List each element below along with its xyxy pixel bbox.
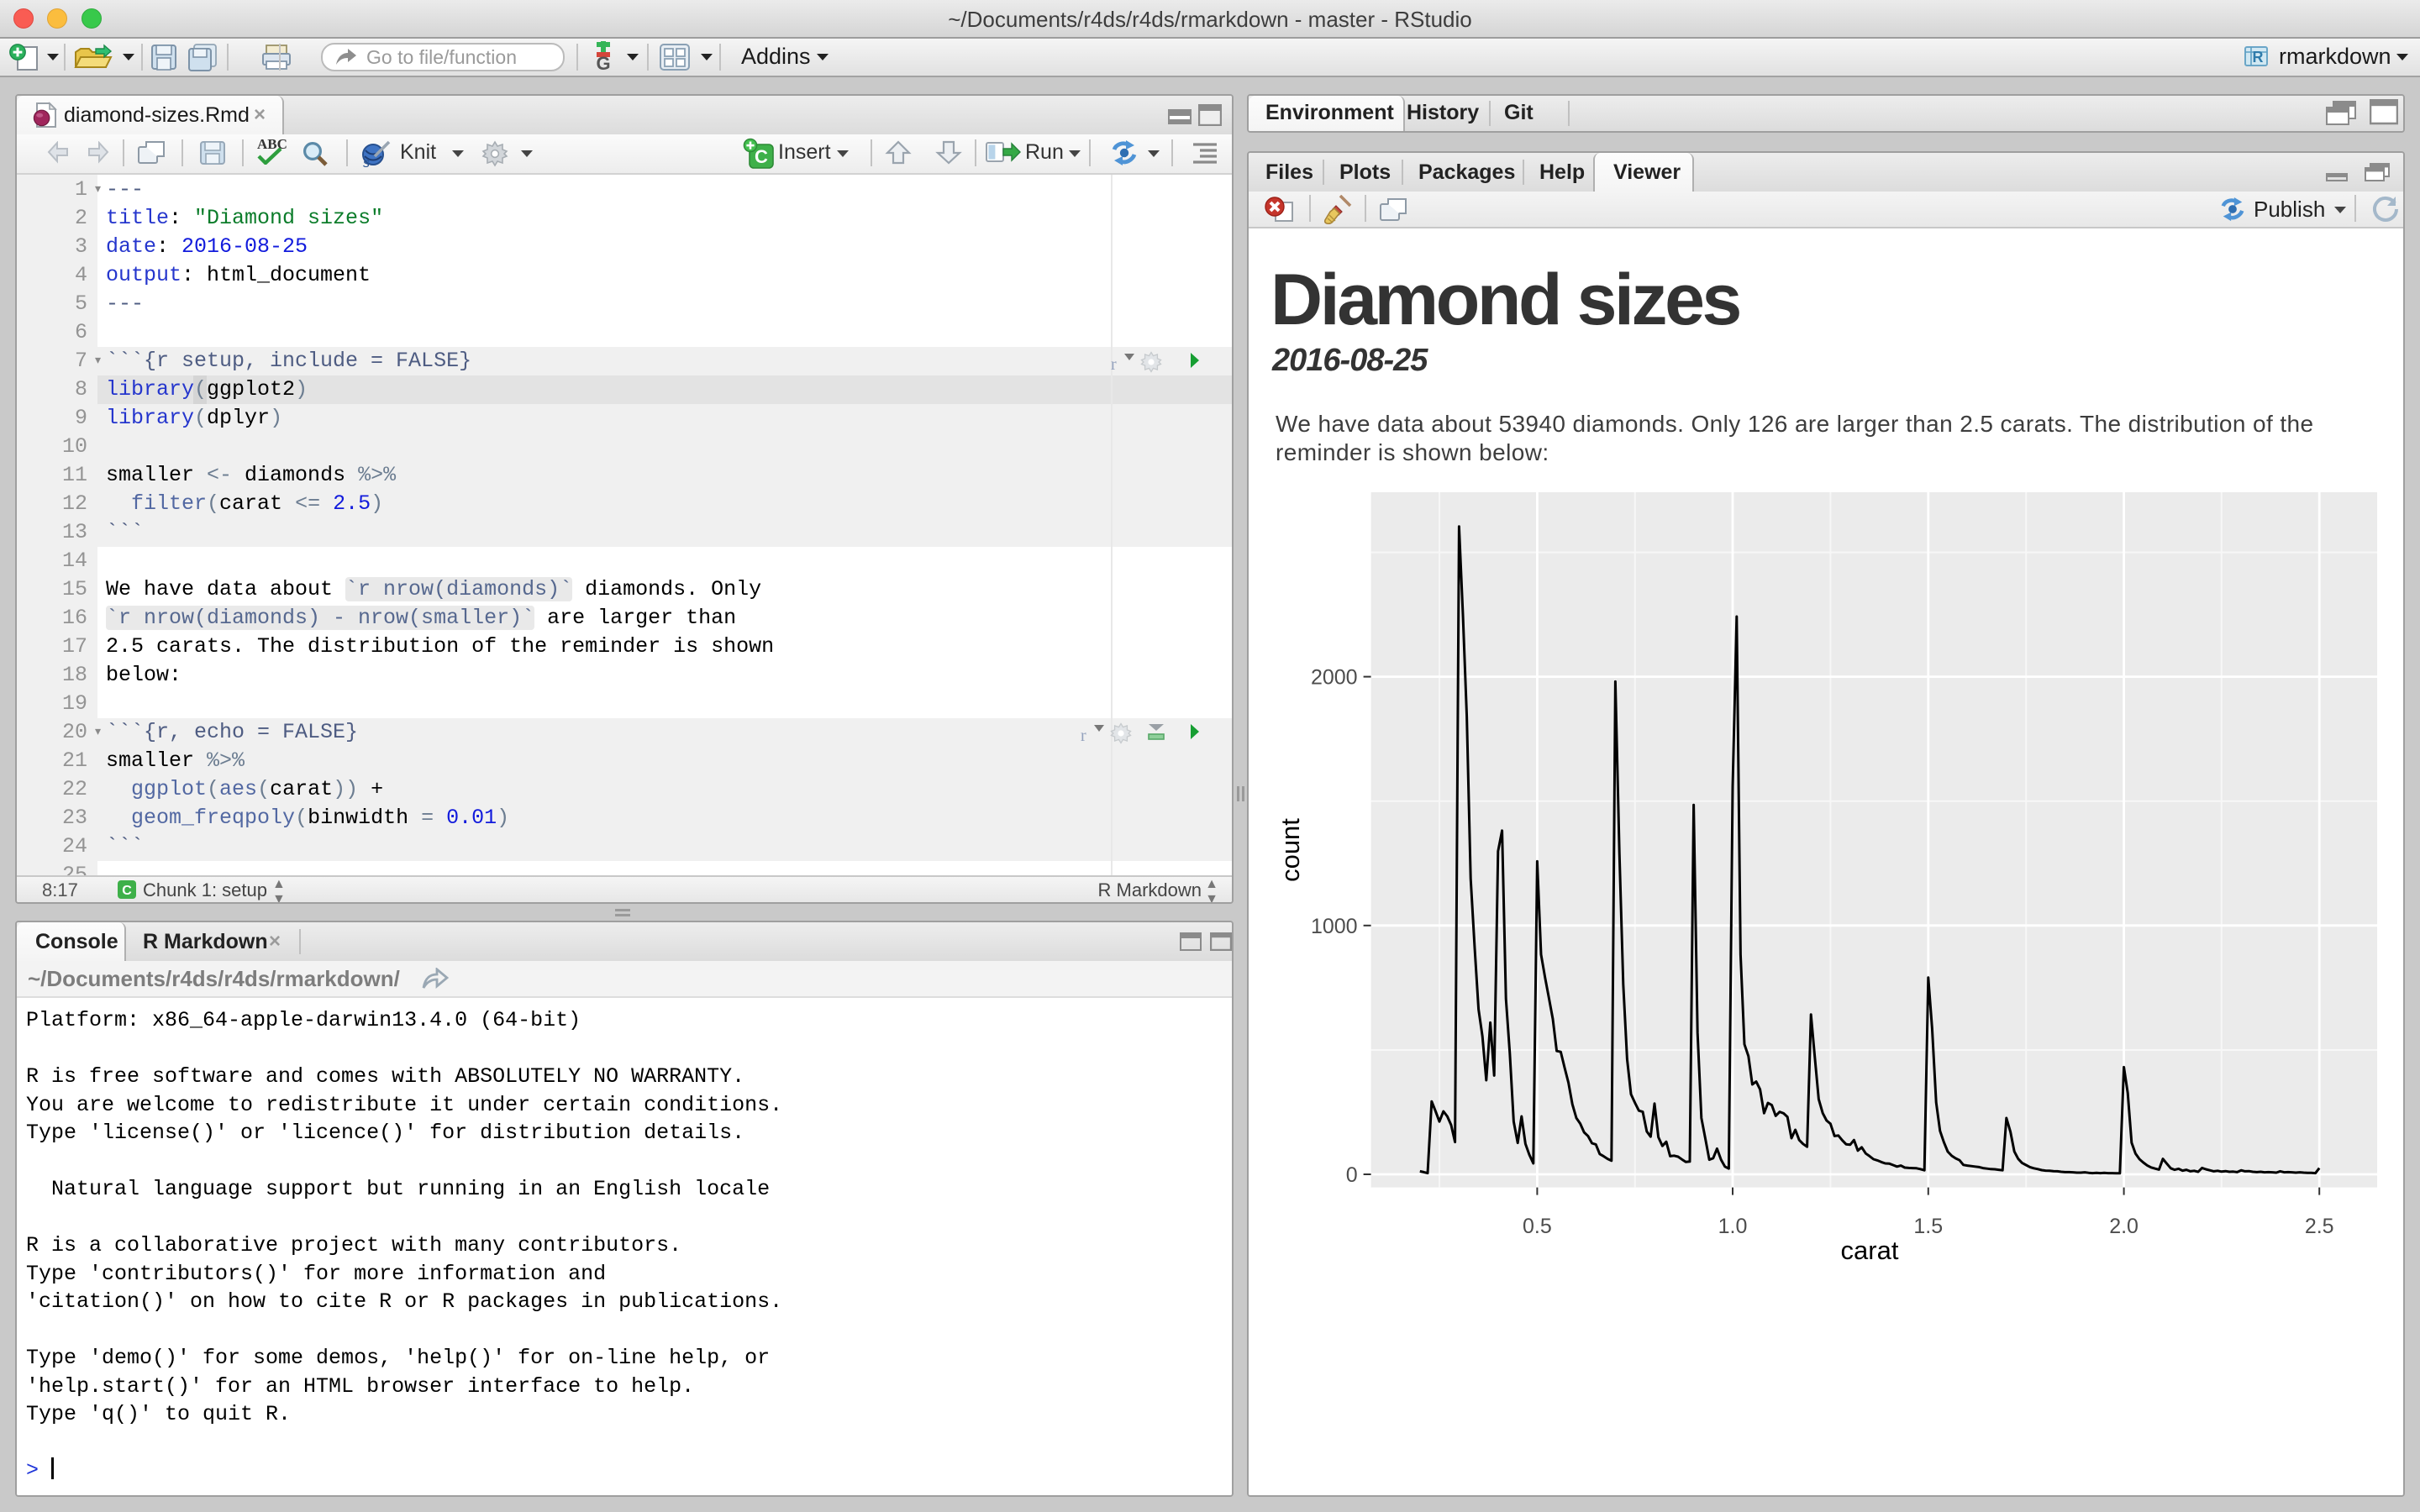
svg-text:count: count — [1276, 818, 1305, 882]
svg-text:R: R — [2253, 49, 2264, 66]
svg-text:C: C — [755, 146, 768, 167]
svg-text:G: G — [596, 53, 610, 73]
svg-text:0: 0 — [1346, 1163, 1358, 1187]
svg-text:1.0: 1.0 — [1718, 1215, 1748, 1238]
svg-text:1000: 1000 — [1311, 915, 1358, 938]
svg-text:2.0: 2.0 — [2109, 1215, 2139, 1238]
svg-text:C: C — [122, 884, 132, 898]
svg-text:0.5: 0.5 — [1523, 1215, 1552, 1238]
svg-text:1.5: 1.5 — [1913, 1215, 1943, 1238]
svg-text:2.5: 2.5 — [2305, 1215, 2334, 1238]
svg-text:carat: carat — [1841, 1236, 1899, 1265]
svg-text:2000: 2000 — [1311, 666, 1358, 690]
svg-text:s: s — [363, 156, 370, 168]
